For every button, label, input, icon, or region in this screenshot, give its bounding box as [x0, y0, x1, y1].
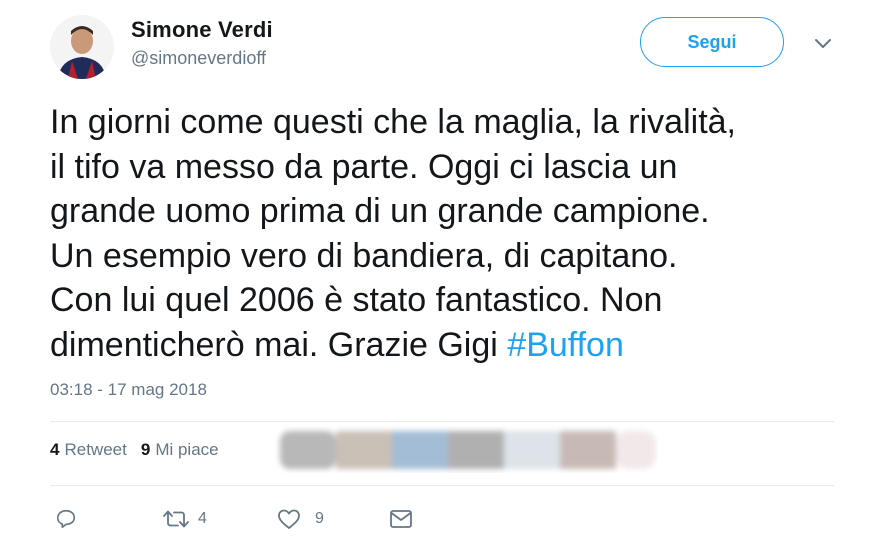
tweet-timestamp[interactable]: 03:18 - 17 mag 2018: [50, 380, 207, 400]
liker-avatars-blurred: [280, 431, 656, 469]
retweet-count: 4: [50, 440, 60, 459]
like-stat[interactable]: 9 Mi piace: [141, 440, 219, 460]
divider: [50, 485, 834, 486]
retweet-stat[interactable]: 4 Retweet: [50, 440, 127, 460]
reply-icon: [56, 509, 76, 529]
tweet-actions: 4 9: [0, 505, 884, 535]
tweet-line: Con lui quel 2006 è stato fantastico. No…: [50, 281, 663, 319]
tweet-text: In giorni come questi che la maglia, la …: [50, 100, 850, 367]
retweet-action-count: 4: [198, 510, 207, 527]
tweet-line: dimenticherò mai. Grazie Gigi: [50, 325, 508, 364]
like-button[interactable]: 9: [277, 508, 324, 530]
tweet-stats: 4 Retweet 9 Mi piace: [50, 440, 233, 460]
divider: [50, 421, 834, 422]
tweet-line: Un esempio vero di bandiera, di capitano…: [50, 236, 678, 275]
retweet-label: Retweet: [64, 440, 127, 459]
follow-button[interactable]: Segui: [640, 17, 784, 67]
reply-button[interactable]: [55, 508, 77, 530]
chevron-down-icon[interactable]: [811, 34, 835, 54]
tweet-line: In giorni come questi che la maglia, la …: [50, 103, 736, 141]
like-action-count: 9: [315, 510, 324, 527]
retweet-icon: [163, 510, 189, 528]
heart-icon: [278, 509, 300, 529]
avatar[interactable]: [50, 15, 114, 79]
hashtag-link[interactable]: #Buffon: [507, 326, 624, 364]
user-handle[interactable]: @simoneverdioff: [131, 48, 266, 69]
profile-photo: [50, 15, 114, 79]
tweet-line: il tifo va messo da parte. Oggi ci lasci…: [50, 147, 678, 186]
tweet-line-last: dimenticherò mai. Grazie Gigi #Buffon: [50, 323, 850, 368]
like-label: Mi piace: [155, 440, 219, 459]
like-count: 9: [140, 440, 151, 459]
tweet-line: grande uomo prima di un grande campione.: [50, 192, 710, 230]
direct-message-button[interactable]: [389, 508, 413, 530]
user-name[interactable]: Simone Verdi: [131, 17, 273, 43]
liker-avatars: [258, 425, 658, 473]
retweet-button[interactable]: 4: [162, 508, 207, 530]
envelope-icon: [390, 510, 412, 528]
